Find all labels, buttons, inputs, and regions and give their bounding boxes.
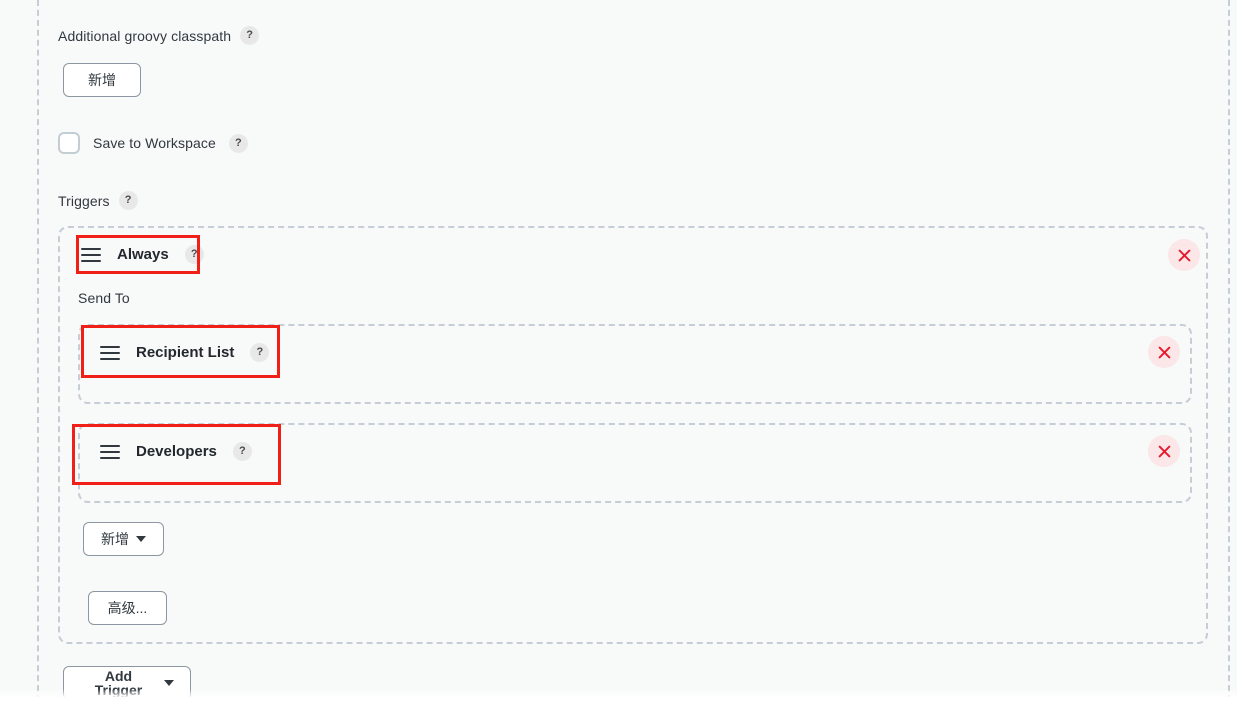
add-groovy-classpath-button[interactable]: 新增	[63, 63, 141, 97]
groovy-classpath-label-row: Additional groovy classpath ?	[58, 26, 260, 45]
save-to-workspace-checkbox[interactable]	[58, 132, 80, 154]
trigger-title: Always	[117, 246, 169, 263]
groovy-classpath-label: Additional groovy classpath	[58, 27, 232, 44]
help-icon[interactable]: ?	[184, 245, 204, 264]
triggers-label: Triggers	[58, 192, 110, 209]
recipient-header-developers[interactable]: Developers ?	[100, 442, 252, 461]
add-trigger-button[interactable]: Add Trigger	[63, 666, 191, 700]
add-recipient-label: 新增	[101, 531, 129, 547]
settings-page: Additional groovy classpath ? 新增 Save to…	[0, 0, 1237, 701]
help-icon[interactable]: ?	[250, 343, 270, 362]
save-to-workspace-label: Save to Workspace	[93, 135, 216, 151]
help-icon[interactable]: ?	[232, 442, 252, 461]
recipient-block-developers	[78, 423, 1192, 503]
page-right-divider	[1228, 0, 1230, 701]
chevron-down-icon	[164, 680, 174, 686]
drag-handle-icon[interactable]	[100, 444, 120, 459]
recipient-block-recipient-list	[78, 324, 1192, 404]
recipient-title: Developers	[136, 443, 217, 460]
help-icon[interactable]: ?	[118, 191, 138, 210]
triggers-label-row: Triggers ?	[58, 191, 138, 210]
trigger-header[interactable]: Always ?	[81, 245, 204, 264]
delete-trigger-button[interactable]	[1168, 239, 1200, 271]
delete-recipient-button[interactable]	[1148, 336, 1180, 368]
advanced-button[interactable]: 高级...	[88, 591, 167, 625]
recipient-title: Recipient List	[136, 344, 235, 361]
drag-handle-icon[interactable]	[100, 345, 120, 360]
drag-handle-icon[interactable]	[81, 247, 101, 262]
bottom-edge	[0, 697, 1237, 701]
help-icon[interactable]: ?	[228, 133, 248, 153]
save-to-workspace-row: Save to Workspace ?	[58, 132, 248, 154]
recipient-header-recipient-list[interactable]: Recipient List ?	[100, 343, 270, 362]
page-left-divider	[37, 0, 39, 701]
send-to-label: Send To	[78, 290, 130, 306]
add-recipient-button[interactable]: 新增	[83, 522, 164, 556]
chevron-down-icon	[136, 536, 146, 542]
add-trigger-label: Add Trigger	[94, 668, 143, 698]
help-icon[interactable]: ?	[240, 26, 260, 45]
delete-recipient-button[interactable]	[1148, 435, 1180, 467]
